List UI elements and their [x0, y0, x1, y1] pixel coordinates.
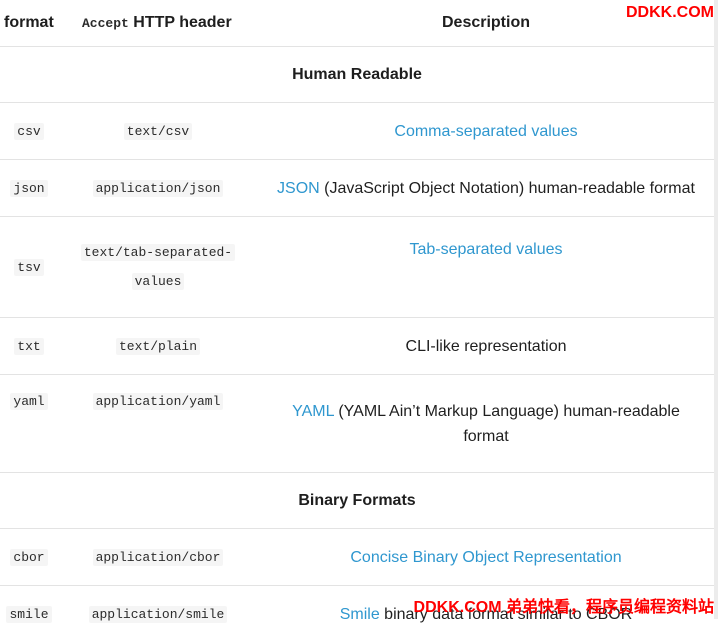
header-code-line1: text/tab-separated- [81, 244, 235, 261]
table-row: yaml application/yaml YAML (YAML Ain’t M… [0, 375, 714, 473]
description-text: CLI-like representation [406, 338, 567, 355]
section-title-human-readable: Human Readable [0, 47, 714, 103]
header-code: text/csv [124, 123, 192, 140]
section-row: Binary Formats [0, 473, 714, 529]
format-code: tsv [14, 259, 43, 276]
description-link[interactable]: Tab-separated values [410, 241, 563, 258]
description-cell: JSON (JavaScript Object Notation) human-… [258, 160, 714, 217]
section-title-binary-formats: Binary Formats [0, 473, 714, 529]
table-row: csv text/csv Comma-separated values [0, 103, 714, 160]
format-code: csv [14, 123, 43, 140]
format-code: yaml [10, 393, 47, 410]
table-row: cbor application/cbor Concise Binary Obj… [0, 529, 714, 586]
description-cell: Concise Binary Object Representation [258, 529, 714, 586]
header-code: application/yaml [93, 393, 224, 410]
description-cell: Comma-separated values [258, 103, 714, 160]
format-code: json [10, 180, 47, 197]
header-accept-code: Accept [82, 16, 129, 31]
watermark-bottom: DDKK.COM 弟弟快看，程序员编程资料站 [414, 593, 714, 617]
description-cell: YAML (YAML Ain’t Markup Language) human-… [258, 375, 714, 473]
header-code: text/plain [116, 338, 200, 355]
header-code: application/cbor [93, 549, 224, 566]
description-link[interactable]: Smile [340, 606, 380, 623]
section-row: Human Readable [0, 47, 714, 103]
format-code: cbor [10, 549, 47, 566]
description-cell: CLI-like representation [258, 318, 714, 375]
table-row: json application/json JSON (JavaScript O… [0, 160, 714, 217]
table-row: tsv text/tab-separated-values Tab-separa… [0, 217, 714, 318]
description-link[interactable]: Concise Binary Object Representation [350, 549, 621, 566]
description-text: (JavaScript Object Notation) human-reada… [320, 180, 695, 197]
description-link[interactable]: YAML [292, 403, 334, 420]
scrollbar-track[interactable] [714, 0, 718, 619]
header-accept: Accept HTTP header [58, 0, 258, 47]
description-cell: Tab-separated values [258, 217, 714, 318]
watermark-top: DDKK.COM [626, 4, 714, 22]
header-code-line2: values [132, 273, 185, 290]
table-header-row: format Accept HTTP header Description [0, 0, 714, 47]
description-text: (YAML Ain’t Markup Language) human-reada… [334, 403, 680, 445]
description-link[interactable]: JSON [277, 180, 320, 197]
format-code: smile [6, 606, 51, 623]
header-format: format [0, 0, 58, 47]
formats-table: format Accept HTTP header Description Hu… [0, 0, 714, 642]
table-row: txt text/plain CLI-like representation [0, 318, 714, 375]
header-accept-text: HTTP header [133, 14, 231, 31]
format-code: txt [14, 338, 43, 355]
header-code: application/smile [89, 606, 228, 623]
header-code: application/json [93, 180, 224, 197]
description-link[interactable]: Comma-separated values [394, 123, 577, 140]
